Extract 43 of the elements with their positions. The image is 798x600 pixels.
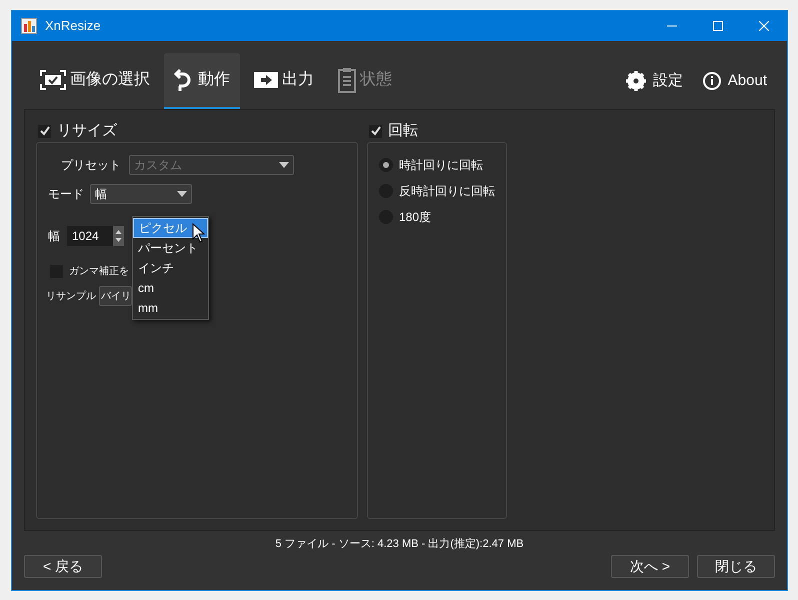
- number-spinbox[interactable]: 1024: [67, 226, 124, 246]
- menu-item[interactable]: インチ: [133, 258, 208, 278]
- menu-item[interactable]: ピクセル: [133, 218, 208, 238]
- tab[interactable]: 出力: [244, 53, 324, 109]
- radio-label: 時計回りに回転: [399, 157, 483, 174]
- radio-button[interactable]: [379, 158, 393, 172]
- menu-item[interactable]: mm: [133, 298, 208, 318]
- settings-icon: [626, 71, 646, 91]
- checkbox-label: ガンマ補正を: [69, 264, 129, 279]
- spin-arrows-icon[interactable]: [113, 226, 124, 246]
- radio-label: 反時計回りに回転: [399, 183, 495, 200]
- dropdown[interactable]: 幅: [90, 184, 192, 204]
- button[interactable]: < 戻る: [24, 555, 102, 578]
- field-label: リサンプル: [46, 290, 96, 304]
- tab[interactable]: 画像の選択: [30, 53, 160, 109]
- field-label: モード: [48, 186, 84, 203]
- maximize-icon[interactable]: [713, 21, 723, 31]
- caret-icon: [177, 191, 187, 197]
- group-label: リサイズ: [57, 120, 117, 141]
- checkbox[interactable]: [38, 124, 51, 138]
- button[interactable]: 次へ >: [611, 555, 689, 578]
- button[interactable]: 閉じる: [697, 555, 775, 578]
- dropdown[interactable]: バイリ: [99, 286, 132, 306]
- window-title: XnResize: [45, 17, 101, 36]
- close-icon[interactable]: [759, 21, 769, 31]
- radio-label: 180度: [399, 209, 432, 226]
- menu-item[interactable]: cm: [133, 278, 208, 298]
- clipboard-list-icon: [338, 67, 356, 93]
- group-label: 回転: [388, 120, 418, 141]
- toolbar-button[interactable]: About: [692, 53, 777, 109]
- image-check-icon: [40, 70, 66, 90]
- toolbar-button[interactable]: 設定: [616, 53, 693, 109]
- checkbox[interactable]: [369, 124, 382, 138]
- menu-item[interactable]: パーセント: [133, 238, 208, 258]
- field-label: 幅: [48, 228, 60, 245]
- field-label: プリセット: [60, 157, 122, 174]
- info-icon: [702, 72, 721, 90]
- tab[interactable]: 動作: [164, 53, 240, 109]
- app-logo-icon: [21, 18, 37, 34]
- cursor-icon: [192, 223, 205, 243]
- status-text: 5 ファイル - ソース: 4.23 MB - 出力(推定):2.47 MB: [274, 536, 525, 552]
- caret-icon: [279, 162, 289, 168]
- arrow-box-icon: [254, 72, 278, 88]
